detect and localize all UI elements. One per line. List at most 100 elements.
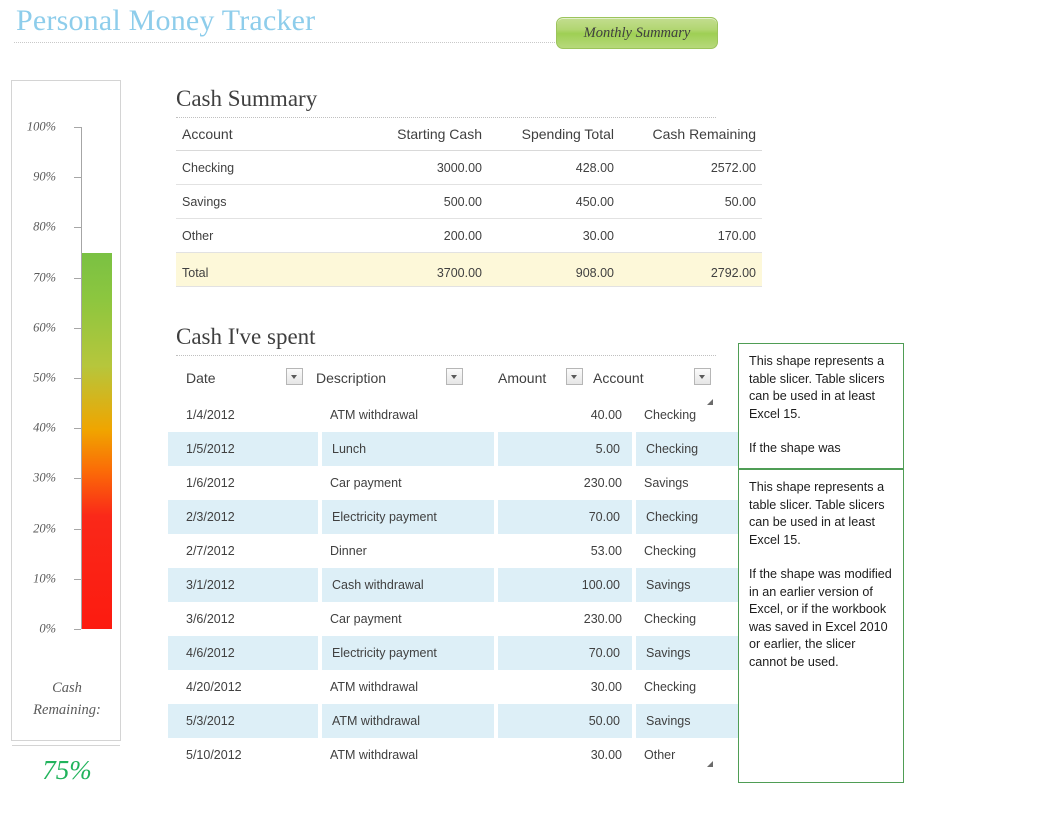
cell-date: 5/10/2012 [186,748,242,762]
cell-cash-remaining: 2572.00 [620,150,762,185]
gauge-caption: Cash Remaining: [12,677,122,721]
gauge-tick-label-100: 100% [26,119,56,134]
slicer-note-1-paragraph-2: If the shape was [749,441,841,455]
gauge-tick-mark-100 [74,127,81,128]
cell-amount: 53.00 [590,544,622,558]
cell-amount: 50.00 [494,704,634,738]
table-row: 4/6/2012 Electricity payment 70.00 Savings [176,636,780,670]
cell-amount: 230.00 [583,612,622,626]
cell-description: Electricity payment [318,636,496,670]
cash-spent-table: 1/4/2012 ATM withdrawal 40.00 Checking 1/5/2… [176,398,780,772]
filter-dropdown-account-icon[interactable] [694,368,711,385]
cell-amount: 230.00 [583,476,622,490]
slicer-note-box-2: This shape represents a table slicer. Ta… [738,469,904,783]
cell-starting-cash: 3000.00 [316,150,488,185]
table-row: Checking 3000.00 428.00 2572.00 [176,150,762,185]
table-row: 2/7/2012 Dinner 53.00 Checking [176,534,780,568]
cell-date: 5/3/2012 [176,704,320,738]
column-header-spending-total: Spending Total [488,121,620,151]
cell-date: 1/4/2012 [186,408,235,422]
cell-date: 3/6/2012 [186,612,235,626]
table-row: 1/5/2012 Lunch 5.00 Checking [176,432,780,466]
cell-date: 2/7/2012 [186,544,235,558]
slicer-note-box-1: This shape represents a table slicer. Ta… [738,343,904,469]
gauge-tick-mark-60 [74,327,81,329]
gauge-caption-line2: Remaining: [33,702,101,718]
gauge-tick-label-0: 0% [39,621,56,636]
filter-dropdown-description-icon[interactable] [446,368,463,385]
cash-summary-table: Account Starting Cash Spending Total Cas… [176,121,762,287]
gauge-tick-label-90: 90% [33,169,56,184]
cell-cash-remaining: 50.00 [620,184,762,219]
gauge-chart: 100% 90% 80% 70% 60% 50% 40% 30% 20% 10% 0% [12,81,122,661]
column-header-account: Account [593,370,644,386]
cell-amount: 70.00 [494,500,634,534]
cell-date: 1/5/2012 [176,432,320,466]
total-cell-cash-remaining: 2792.00 [620,252,762,287]
cell-date: 1/6/2012 [186,476,235,490]
cell-date: 3/1/2012 [176,568,320,602]
table-row: 1/6/2012 Car payment 230.00 Savings [176,466,780,500]
gauge-tick-mark-0 [74,629,81,630]
total-cell-account: Total [176,252,316,287]
slicer-note-1-paragraph-1: This shape represents a table slicer. Ta… [749,354,885,421]
cell-starting-cash: 200.00 [316,218,488,253]
table-row: 5/10/2012 ATM withdrawal 30.00 Other [176,738,780,772]
cell-description: Electricity payment [318,500,496,534]
cell-amount: 30.00 [590,748,622,762]
cell-description: Cash withdrawal [318,568,496,602]
table-row: 1/4/2012 ATM withdrawal 40.00 Checking [176,398,780,432]
cell-amount: 30.00 [590,680,622,694]
filter-dropdown-date-icon[interactable] [286,368,303,385]
cash-remaining-gauge-panel: 100% 90% 80% 70% 60% 50% 40% 30% 20% 10% 0% Cash R… [11,80,122,785]
cell-account: Savings [176,184,316,219]
cash-spent-title: Cash I've spent [176,324,316,349]
cell-description: Car payment [330,476,402,490]
gauge-tick-mark-30 [74,478,81,480]
table-row: Savings 500.00 450.00 50.00 [176,184,762,219]
column-header-account: Account [176,121,316,151]
table-row: 3/1/2012 Cash withdrawal 100.00 Savings [176,568,780,602]
column-header-starting-cash: Starting Cash [316,121,488,151]
gauge-tick-label-20: 20% [33,521,56,536]
cell-spending-total: 450.00 [488,184,620,219]
gauge-tick-label-10: 10% [33,571,56,586]
cell-starting-cash: 500.00 [316,184,488,219]
cash-spent-divider [176,355,716,356]
table-header-row: Account Starting Cash Spending Total Cas… [176,121,762,151]
page-title: Personal Money Tracker [16,4,316,37]
cell-date: 2/3/2012 [176,500,320,534]
column-header-date: Date [186,370,216,386]
table-total-row: Total 3700.00 908.00 2792.00 [176,252,762,287]
cell-date: 4/20/2012 [186,680,242,694]
gauge-tick-mark-20 [74,528,81,530]
gauge-tick-mark-10 [74,578,81,580]
spent-table-resize-handle[interactable] [707,761,713,767]
gauge-caption-line1: Cash [52,680,82,696]
gauge-tick-mark-50 [74,378,81,379]
gauge-divider [12,745,120,746]
cell-description: Car payment [330,612,402,626]
cash-summary-title: Cash Summary [176,86,318,111]
cell-description: ATM withdrawal [318,704,496,738]
gauge-tick-mark-40 [74,428,81,430]
cell-account: Checking [176,150,316,185]
filter-dropdown-amount-icon[interactable] [566,368,583,385]
gauge-tick-label-60: 60% [33,320,56,335]
cell-account: Other [176,218,316,253]
cell-description: Dinner [330,544,367,558]
gauge-bar [82,252,112,629]
cell-amount: 5.00 [494,432,634,466]
cell-amount: 70.00 [494,636,634,670]
gauge-tick-label-50: 50% [33,370,56,385]
cell-date: 4/6/2012 [176,636,320,670]
cell-description: ATM withdrawal [330,408,418,422]
cell-amount: 100.00 [494,568,634,602]
cell-description: ATM withdrawal [330,748,418,762]
cash-spent-body: 1/4/2012 ATM withdrawal 40.00 Checking 1/5/2… [176,398,780,772]
gauge-tick-label-70: 70% [33,270,56,285]
cell-spending-total: 30.00 [488,218,620,253]
monthly-summary-button[interactable]: Monthly Summary [556,17,718,49]
gauge-tick-mark-80 [74,227,81,229]
cell-cash-remaining: 170.00 [620,218,762,253]
